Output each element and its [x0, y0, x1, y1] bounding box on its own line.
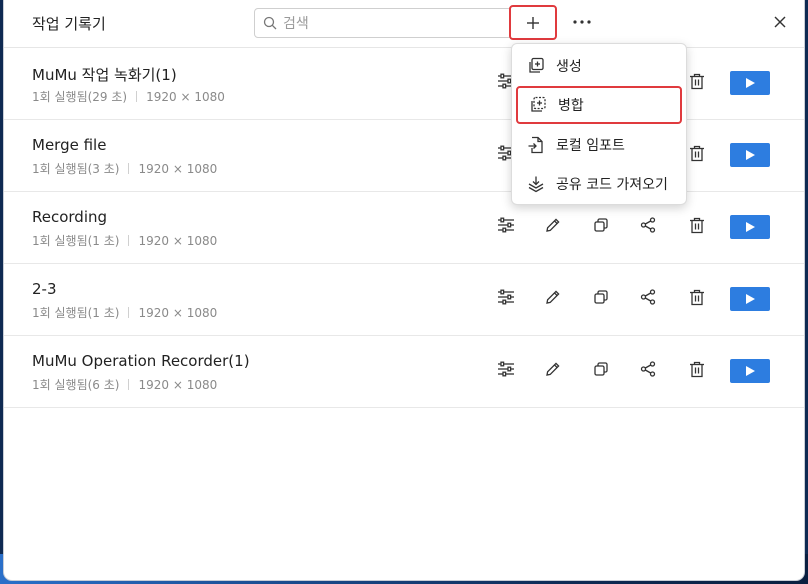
operation-recorder-window: 작업 기록기 검색 MuMu 작업 녹화기(1) 1회 실행됨(29 초) 19…	[4, 0, 804, 580]
trash-icon	[689, 361, 705, 382]
run-count: 1회 실행됨(29 초)	[32, 90, 128, 104]
play-button[interactable]	[730, 287, 770, 311]
edit-button[interactable]	[542, 360, 564, 382]
pencil-icon	[545, 217, 561, 237]
trash-icon	[689, 145, 705, 166]
resolution: 1920 × 1080	[138, 378, 218, 392]
search-box[interactable]	[254, 8, 512, 38]
import-file-icon	[526, 135, 546, 155]
pencil-icon	[545, 361, 561, 381]
menu-item-create[interactable]: 생성	[516, 47, 682, 85]
delete-button[interactable]	[686, 216, 708, 238]
recording-meta: 1회 실행됨(6 초) 1920 × 1080	[32, 376, 217, 393]
edit-button[interactable]	[542, 288, 564, 310]
delete-button[interactable]	[686, 72, 708, 94]
edit-button[interactable]	[542, 216, 564, 238]
delete-button[interactable]	[686, 288, 708, 310]
close-button[interactable]	[770, 12, 790, 32]
recording-name: Recording	[32, 208, 108, 226]
run-count: 1회 실행됨(1 초)	[32, 306, 120, 320]
trash-icon	[689, 73, 705, 94]
sliders-icon	[497, 289, 515, 309]
copy-button[interactable]	[590, 216, 612, 238]
resolution: 1920 × 1080	[138, 234, 218, 248]
copy-icon	[593, 217, 609, 237]
meta-divider	[128, 163, 130, 174]
settings-button[interactable]	[495, 288, 517, 310]
settings-button[interactable]	[495, 360, 517, 382]
more-options-button[interactable]	[570, 10, 594, 34]
recording-row[interactable]: 2-3 1회 실행됨(1 초) 1920 × 1080	[4, 264, 804, 336]
menu-item-local-import[interactable]: 로컬 임포트	[516, 126, 682, 164]
menu-item-label: 생성	[556, 59, 582, 75]
title-bar: 작업 기록기	[4, 0, 804, 48]
meta-divider	[128, 235, 130, 246]
add-button[interactable]	[509, 5, 557, 40]
meta-divider	[128, 379, 130, 390]
recording-meta: 1회 실행됨(1 초) 1920 × 1080	[32, 304, 217, 321]
plus-icon	[527, 16, 539, 29]
resolution: 1920 × 1080	[146, 90, 225, 104]
share-button[interactable]	[637, 360, 659, 382]
play-icon	[744, 74, 756, 93]
menu-item-label: 공유 코드 가져오기	[556, 177, 668, 193]
sliders-icon	[497, 361, 515, 381]
copy-button[interactable]	[590, 360, 612, 382]
recording-name: 2-3	[32, 280, 57, 298]
recording-name: Merge file	[32, 136, 107, 154]
run-count: 1회 실행됨(1 초)	[32, 234, 120, 248]
resolution: 1920 × 1080	[138, 162, 218, 176]
play-button[interactable]	[730, 359, 770, 383]
download-icon	[526, 174, 546, 194]
share-icon	[640, 361, 656, 381]
menu-item-import-share-code[interactable]: 공유 코드 가져오기	[516, 165, 682, 203]
trash-icon	[689, 217, 705, 238]
meta-divider	[128, 307, 130, 318]
share-button[interactable]	[637, 216, 659, 238]
play-button[interactable]	[730, 215, 770, 239]
share-button[interactable]	[637, 288, 659, 310]
settings-button[interactable]	[495, 216, 517, 238]
play-icon	[744, 218, 756, 237]
menu-item-label: 병합	[558, 98, 584, 114]
sliders-icon	[497, 217, 515, 237]
pencil-icon	[545, 289, 561, 309]
share-icon	[640, 217, 656, 237]
share-icon	[640, 289, 656, 309]
trash-icon	[689, 289, 705, 310]
recording-meta: 1회 실행됨(1 초) 1920 × 1080	[32, 232, 217, 249]
merge-icon	[528, 95, 548, 115]
run-count: 1회 실행됨(3 초)	[32, 162, 120, 176]
copy-icon	[593, 361, 609, 381]
recording-row[interactable]: MuMu Operation Recorder(1) 1회 실행됨(6 초) 192…	[4, 336, 804, 408]
close-icon	[774, 16, 786, 28]
play-button[interactable]	[730, 143, 770, 167]
play-icon	[744, 290, 756, 309]
menu-item-merge[interactable]: 병합	[516, 86, 682, 124]
copy-button[interactable]	[590, 288, 612, 310]
more-icon	[573, 20, 591, 24]
play-icon	[744, 146, 756, 165]
delete-button[interactable]	[686, 360, 708, 382]
copy-icon	[593, 289, 609, 309]
window-title: 작업 기록기	[32, 15, 106, 33]
recording-meta: 1회 실행됨(29 초) 1920 × 1080	[32, 88, 225, 105]
run-count: 1회 실행됨(6 초)	[32, 378, 120, 392]
recording-name: MuMu 작업 녹화기(1)	[32, 66, 177, 84]
delete-button[interactable]	[686, 144, 708, 166]
create-icon	[526, 56, 546, 76]
recording-name: MuMu Operation Recorder(1)	[32, 352, 250, 370]
search-icon	[263, 16, 277, 30]
play-icon	[744, 362, 756, 381]
search-input[interactable]	[281, 13, 505, 35]
recording-meta: 1회 실행됨(3 초) 1920 × 1080	[32, 160, 217, 177]
add-dropdown-menu: 생성 병합 로컬 임포트 공유 코드 가져오기	[511, 43, 687, 205]
menu-item-label: 로컬 임포트	[556, 138, 625, 154]
resolution: 1920 × 1080	[138, 306, 218, 320]
meta-divider	[136, 91, 138, 102]
play-button[interactable]	[730, 71, 770, 95]
